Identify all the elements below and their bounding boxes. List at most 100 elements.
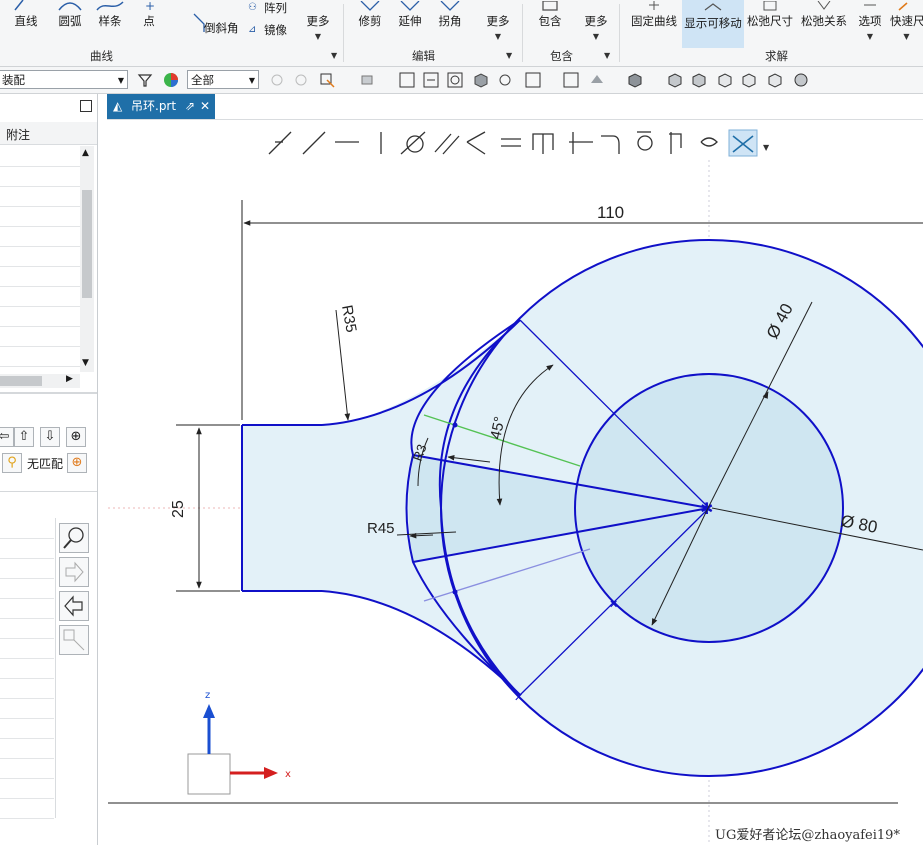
- corner-constraint-icon[interactable]: [601, 135, 620, 154]
- table-row[interactable]: [0, 798, 54, 819]
- view-top-icon[interactable]: [690, 71, 708, 89]
- table-row[interactable]: [0, 306, 80, 327]
- mirror-button[interactable]: ⊿ 镜像: [246, 22, 294, 42]
- zoom-region-icon[interactable]: [562, 71, 580, 89]
- fixed-icon[interactable]: [569, 132, 593, 154]
- move-up-button[interactable]: ⇧: [14, 427, 34, 447]
- table-row[interactable]: [0, 206, 80, 227]
- scroll-down-icon[interactable]: ▼: [82, 358, 89, 368]
- point-on-curve-icon[interactable]: [302, 131, 326, 155]
- type-filter-dropdown[interactable]: 装配 ▼: [0, 70, 128, 89]
- shaded-cube-icon[interactable]: [626, 71, 644, 89]
- edit-group-dropdown-icon[interactable]: ▼: [506, 51, 512, 60]
- close-icon[interactable]: ✕: [200, 94, 210, 118]
- trim-button[interactable]: 修剪: [350, 0, 390, 46]
- quick-dimension-button[interactable]: 快速尺 ▼: [890, 0, 923, 46]
- color-filter-icon[interactable]: [162, 71, 180, 89]
- edit-more-button[interactable]: 更多 ▼: [478, 0, 518, 46]
- scrollbar-thumb[interactable]: [0, 376, 42, 386]
- show-movable-button[interactable]: 显示可移动: [682, 0, 744, 48]
- curve-group-dropdown-icon[interactable]: ▼: [331, 51, 337, 60]
- relax-dimension-button[interactable]: 松弛尺寸: [744, 0, 796, 46]
- undock-icon[interactable]: ⇗: [185, 94, 195, 118]
- table-row[interactable]: [0, 166, 80, 187]
- midpoint-icon[interactable]: [532, 133, 554, 154]
- point-button[interactable]: + 点: [134, 0, 164, 46]
- wrap-more-button[interactable]: 更多 ▼: [578, 0, 614, 46]
- select-body-icon[interactable]: [292, 71, 310, 89]
- section-view-icon[interactable]: [588, 71, 606, 89]
- table-row[interactable]: [0, 286, 80, 307]
- concentric-icon[interactable]: [637, 131, 653, 151]
- vertical-scrollbar[interactable]: ▲ ▼: [80, 146, 94, 372]
- table-row[interactable]: [0, 518, 54, 539]
- previous-button[interactable]: [59, 591, 89, 621]
- table-row[interactable]: [0, 326, 80, 347]
- table-row[interactable]: [0, 678, 54, 699]
- table-row[interactable]: [0, 186, 80, 207]
- rotate-icon[interactable]: [446, 71, 464, 89]
- table-row[interactable]: [0, 598, 54, 619]
- move-down-button[interactable]: ⇩: [40, 427, 60, 447]
- sketch-icon[interactable]: [398, 71, 416, 89]
- options-button[interactable]: 选项 ▼: [852, 0, 888, 46]
- box-select-icon[interactable]: [358, 71, 376, 89]
- coincident-icon[interactable]: [268, 131, 292, 155]
- arc-button[interactable]: 圆弧: [50, 0, 90, 46]
- match-icon[interactable]: ⊕: [67, 453, 87, 473]
- chamfer-button[interactable]: 倒斜角: [170, 0, 242, 46]
- pattern-button[interactable]: ⚇ 阵列: [246, 0, 294, 20]
- table-row[interactable]: [0, 578, 54, 599]
- snap-point-icon[interactable]: [318, 71, 336, 89]
- tab-lifting-ring[interactable]: ◭ 吊环.prt ⇗ ✕: [107, 94, 215, 119]
- select-feature-icon[interactable]: [268, 71, 286, 89]
- scroll-right-icon[interactable]: ▶: [66, 374, 73, 384]
- table-row[interactable]: [0, 246, 80, 267]
- extend-button[interactable]: 延伸: [390, 0, 430, 46]
- table-row[interactable]: [0, 146, 80, 167]
- view-trimetric-icon[interactable]: [766, 71, 784, 89]
- corner-button[interactable]: 拐角: [430, 0, 470, 46]
- table-row[interactable]: [0, 658, 54, 679]
- render-style-icon[interactable]: [496, 71, 514, 89]
- table-row[interactable]: [0, 778, 54, 799]
- wrap-group-dropdown-icon[interactable]: ▼: [604, 51, 610, 60]
- graphics-window[interactable]: [107, 120, 923, 845]
- table-row[interactable]: [0, 698, 54, 719]
- table-row[interactable]: [0, 718, 54, 739]
- fit-icon[interactable]: [422, 71, 440, 89]
- table-row[interactable]: [0, 738, 54, 759]
- curve-more-button[interactable]: 更多 ▼: [300, 0, 336, 46]
- zoom-button[interactable]: [59, 523, 89, 553]
- parallel-icon[interactable]: [434, 133, 460, 155]
- table-row[interactable]: [0, 618, 54, 639]
- scroll-up-icon[interactable]: ▲: [82, 148, 89, 158]
- move-left-button[interactable]: ⇦: [0, 427, 14, 447]
- view-right-icon[interactable]: [716, 71, 734, 89]
- maximize-icon[interactable]: [80, 100, 92, 112]
- tangent-icon[interactable]: [400, 131, 426, 155]
- scrollbar-thumb[interactable]: [82, 190, 92, 298]
- selection-scope-dropdown[interactable]: 全部 ▼: [187, 70, 259, 89]
- chevron-down-icon[interactable]: ▼: [763, 143, 770, 152]
- offset-icon[interactable]: [669, 132, 682, 154]
- table-row[interactable]: [0, 758, 54, 779]
- view-front-icon[interactable]: [666, 71, 684, 89]
- relax-relation-button[interactable]: 松弛关系: [798, 0, 850, 46]
- table-row[interactable]: [0, 558, 54, 579]
- line-button[interactable]: 直线: [6, 0, 46, 46]
- equal-length-icon[interactable]: [501, 138, 521, 147]
- view-iso-icon[interactable]: [740, 71, 758, 89]
- table-row[interactable]: [0, 346, 80, 367]
- spline-button[interactable]: 样条: [92, 0, 128, 46]
- view-orient-icon[interactable]: [792, 71, 810, 89]
- filter-icon[interactable]: [136, 71, 154, 89]
- shaded-view-icon[interactable]: [472, 71, 490, 89]
- perpendicular-icon[interactable]: [466, 131, 486, 155]
- table-row[interactable]: [0, 266, 80, 287]
- wrap-button[interactable]: 包含: [530, 0, 570, 46]
- table-row[interactable]: [0, 538, 54, 559]
- filter-add-button[interactable]: ⚲: [2, 453, 22, 473]
- center-button[interactable]: ⊕: [66, 427, 86, 447]
- expand-button[interactable]: [59, 625, 89, 655]
